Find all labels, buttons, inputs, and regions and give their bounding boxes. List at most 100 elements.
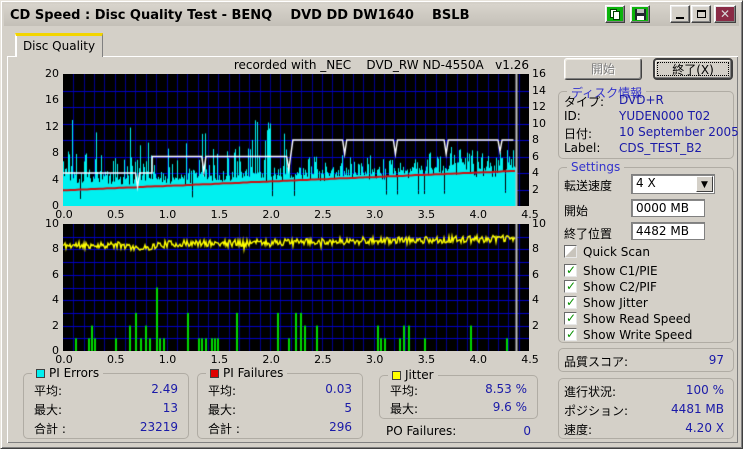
start-position-field[interactable]: 0000 MB: [631, 199, 705, 217]
axis-tick-label: 6: [532, 267, 539, 281]
focus-rect: [657, 62, 729, 76]
checkbox-label: Show Jitter: [583, 296, 648, 310]
position-label: ポジション:: [564, 404, 629, 418]
maximize-icon: [696, 10, 706, 18]
start-button[interactable]: 開始: [564, 58, 642, 80]
end-position-value: 4482 MB: [636, 224, 689, 238]
pi-failures-panel: PI Failures 平均: 0.03 最大: 5 合計 : 296: [197, 366, 363, 439]
axis-tick-label: 12: [45, 119, 59, 133]
copy-icon[interactable]: [605, 5, 625, 23]
jitter-legend-swatch: [392, 370, 401, 380]
axis-tick-label: 16: [532, 67, 546, 80]
checkbox-box[interactable]: [564, 327, 577, 341]
close-icon: ✕: [719, 7, 731, 21]
checkbox-box[interactable]: [564, 295, 577, 309]
tab-label: Disc Quality: [22, 39, 96, 53]
axis-tick-label: 4.0: [469, 353, 487, 366]
disc-date-label: 日付:: [564, 127, 593, 141]
axis-tick-label: 6: [532, 149, 539, 163]
axis-tick-label: 2.0: [262, 353, 280, 366]
save-icon[interactable]: [630, 5, 650, 23]
axis-tick-label: 1.0: [158, 208, 177, 221]
disc-type-label: タイプ:: [564, 95, 605, 109]
maximize-button[interactable]: [691, 5, 711, 23]
axis-tick-label: 4: [52, 293, 59, 307]
pi-failures-legend-swatch: [210, 368, 219, 378]
checkbox-box[interactable]: [564, 311, 577, 325]
axis-tick-label: 8: [52, 242, 59, 256]
checkbox-label: Show C1/PIE: [583, 264, 658, 278]
progress-value: 100 %: [685, 383, 724, 397]
position-value: 4481 MB: [671, 402, 724, 416]
axis-tick-label: 14: [532, 83, 546, 97]
chevron-down-icon[interactable]: ▼: [696, 176, 713, 192]
settings-title: Settings: [567, 160, 625, 174]
axis-tick-label: 8: [532, 133, 539, 146]
axis-tick-label: 20: [45, 67, 59, 80]
jitter-title: Jitter: [405, 368, 434, 382]
axis-tick-label: 10: [532, 116, 546, 130]
pi-errors-max: 13: [162, 401, 178, 415]
axis-tick-label: 2.5: [314, 208, 332, 221]
checkbox-box[interactable]: [564, 263, 577, 277]
axis-tick-label: 4: [532, 293, 539, 307]
quality-score-value: 97: [708, 353, 724, 367]
checkbox-label: Show C2/PIF: [583, 280, 657, 294]
max-label: 最大:: [390, 402, 419, 416]
axis-tick-label: 4: [532, 166, 539, 179]
axis-tick-label: 0.5: [107, 353, 125, 366]
po-failures-row: PO Failures: 0: [386, 424, 536, 438]
axis-tick-label: 4.0: [469, 208, 487, 221]
axis-tick-label: 3.5: [417, 208, 436, 221]
jitter-panel: Jitter 平均: 8.53 % 最大: 9.6 %: [379, 368, 538, 419]
checkbox-label: Show Write Speed: [583, 328, 693, 342]
total-label: 合計 :: [34, 422, 66, 436]
axis-tick-label: 0.5: [107, 208, 125, 221]
minimize-button[interactable]: [670, 5, 690, 23]
checkbox-box[interactable]: [564, 245, 577, 258]
axis-tick-label: 0.0: [55, 353, 73, 366]
axis-tick-label: 4: [52, 172, 59, 186]
jitter-max: 9.6 %: [492, 400, 527, 414]
pi-failures-jitter-chart: [63, 224, 529, 351]
po-failures-label: PO Failures:: [386, 424, 457, 438]
axis-tick-label: 3.0: [365, 208, 384, 221]
speed-value: 4.20 X: [685, 421, 724, 435]
pi-errors-legend-swatch: [36, 368, 45, 378]
tab-disc-quality[interactable]: Disc Quality: [15, 33, 103, 57]
window-title: CD Speed : Disc Quality Test - BENQ DVD …: [10, 7, 470, 23]
axis-tick-label: 16: [45, 93, 59, 107]
pi-failures-title: PI Failures: [223, 366, 284, 380]
transfer-speed-select[interactable]: 4 X ▼: [631, 174, 715, 194]
axis-tick-label: 2.5: [314, 353, 332, 366]
avg-label: 平均:: [208, 384, 237, 398]
checkbox-box[interactable]: [564, 279, 577, 293]
recorded-with-label: recorded with _NEC DVD_RW ND-4550A v1.26: [233, 58, 529, 72]
transfer-speed-label: 転送速度: [564, 179, 613, 193]
start-button-label: 開始: [590, 62, 615, 76]
axis-tick-label: 3.0: [365, 353, 384, 366]
avg-label: 平均:: [34, 384, 63, 398]
disc-label-label: Label:: [564, 141, 601, 155]
axis-tick-label: 2: [532, 318, 539, 332]
start-position-label: 開始: [564, 204, 589, 218]
axis-tick-label: 6: [52, 267, 59, 281]
end-position-field[interactable]: 4482 MB: [631, 222, 705, 240]
floppy-disk-icon: [634, 8, 646, 20]
speed-label: 速度:: [564, 423, 593, 437]
title-bar: CD Speed : Disc Quality Test - BENQ DVD …: [4, 4, 739, 26]
close-button[interactable]: ✕: [714, 5, 736, 23]
pi-errors-total: 23219: [139, 420, 178, 434]
exit-button[interactable]: 終了(X): [653, 58, 733, 80]
pi-errors-title: PI Errors: [49, 366, 100, 380]
pi-errors-panel-title: PI Errors: [32, 366, 104, 380]
checkbox-label: Show Read Speed: [583, 312, 691, 326]
pi-failures-total: 296: [329, 420, 352, 434]
axis-tick-label: 2: [532, 182, 539, 196]
transfer-speed-value: 4 X: [636, 176, 656, 190]
max-label: 最大:: [208, 403, 237, 417]
pi-failures-panel-title: PI Failures: [206, 366, 288, 380]
app-window: CD Speed : Disc Quality Test - BENQ DVD …: [0, 0, 743, 449]
pi-failures-avg: 0.03: [325, 382, 352, 396]
axis-tick-label: 10: [532, 217, 546, 230]
